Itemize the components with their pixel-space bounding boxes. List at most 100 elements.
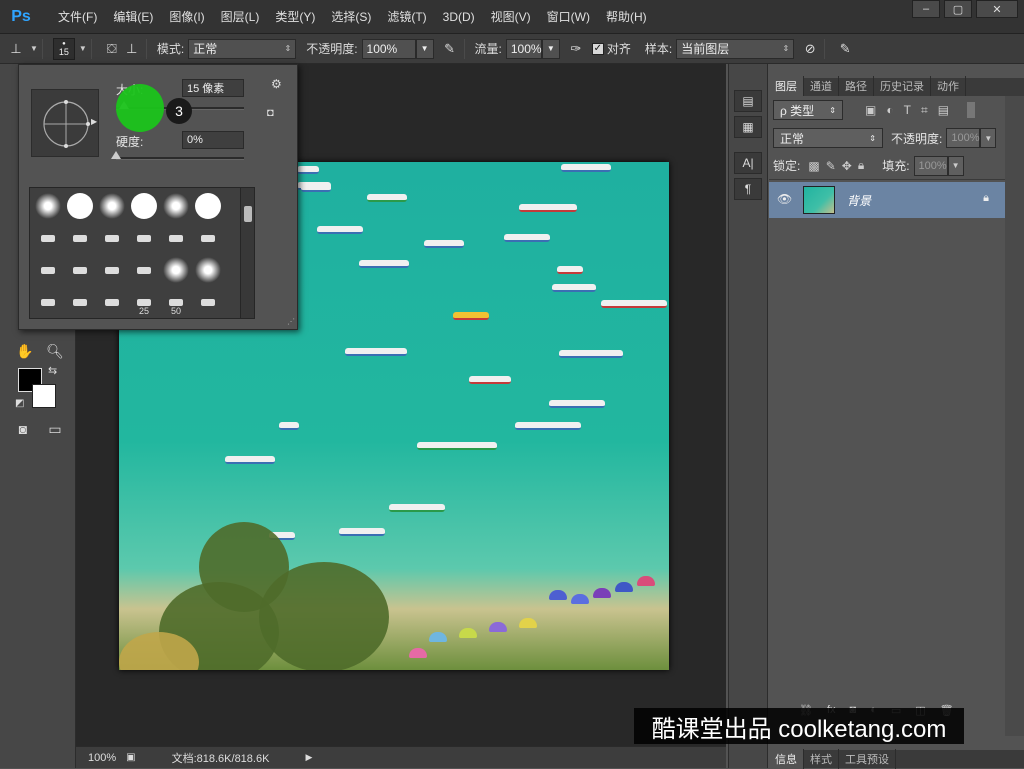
zoom-level[interactable]: 100% (88, 752, 116, 764)
brush-preset-hard-round[interactable] (64, 190, 96, 222)
smart-object-filter-icon[interactable]: ▤ (938, 103, 949, 117)
swap-colors-icon[interactable]: ⇆ (48, 364, 57, 377)
brush-preset-soft-round[interactable] (160, 254, 192, 286)
paragraph-panel-icon[interactable]: ¶ (734, 178, 762, 200)
status-menu-arrow-icon[interactable]: ▶ (305, 752, 312, 763)
brush-preset-soft-round[interactable] (192, 254, 224, 286)
brush-preset-tip[interactable] (96, 286, 128, 318)
brush-preset-tip[interactable] (128, 254, 160, 286)
menu-edit[interactable]: 编辑(E) (105, 8, 161, 25)
tab-layers[interactable]: 图层 (769, 76, 804, 96)
brush-preset-tip[interactable] (96, 254, 128, 286)
brush-preset-soft-round[interactable] (160, 190, 192, 222)
hand-tool-icon[interactable]: ✋ (14, 340, 36, 362)
character-panel-icon[interactable]: A| (734, 152, 762, 174)
type-filter-icon[interactable]: T (904, 103, 911, 117)
brush-preset-tip[interactable] (64, 222, 96, 254)
flow-field[interactable]: 100% (505, 38, 542, 59)
brush-panel-toggle-icon[interactable]: ⛋ (102, 39, 122, 59)
brush-preset-tip[interactable] (96, 222, 128, 254)
tab-tool-presets[interactable]: 工具预设 (839, 749, 896, 769)
brush-preset-picker[interactable]: ● 15 ▼ (52, 37, 87, 60)
menu-window[interactable]: 窗口(W) (539, 8, 598, 25)
close-button[interactable]: ✕ (976, 0, 1018, 18)
size-input[interactable]: 15 像素 (182, 79, 244, 97)
brush-preset-25[interactable]: 25 (128, 286, 160, 318)
resize-grip-icon[interactable]: ⋰ (287, 317, 295, 326)
blend-mode-select[interactable]: 正常 ⇕ (773, 128, 883, 148)
brush-preset-tip[interactable] (32, 222, 64, 254)
brush-preset-soft-round[interactable] (96, 190, 128, 222)
menu-layer[interactable]: 图层(L) (213, 8, 268, 25)
layer-row-background[interactable]: 👁︎ 背景 🔒︎ (769, 182, 1005, 218)
quick-mask-icon[interactable]: ◙ (12, 418, 34, 440)
pressure-opacity-icon[interactable]: ✎ (440, 39, 460, 59)
pixel-filter-icon[interactable]: ▣ (865, 103, 876, 117)
brush-preset-tip[interactable] (128, 222, 160, 254)
brush-preset-tip[interactable] (32, 254, 64, 286)
flow-dropdown-icon[interactable]: ▼ (541, 38, 560, 59)
layer-filter-select[interactable]: ρ 类型 ⇕ (773, 100, 843, 120)
brush-preset-hard-round[interactable] (192, 190, 224, 222)
brush-preset-tip[interactable] (192, 222, 224, 254)
layers-scrollbar[interactable] (1005, 96, 1024, 736)
brush-preset-tip[interactable] (160, 222, 192, 254)
properties-panel-icon[interactable]: ▦ (734, 116, 762, 138)
visibility-eye-icon[interactable]: 👁︎ (777, 192, 792, 206)
brush-preset-soft-round[interactable] (32, 190, 64, 222)
default-colors-icon[interactable]: ◩ (15, 398, 24, 409)
menu-view[interactable]: 视图(V) (483, 8, 539, 25)
tab-channels[interactable]: 通道 (804, 76, 839, 96)
hardness-slider-thumb[interactable] (111, 151, 121, 159)
brush-preset-hard-round[interactable] (128, 190, 160, 222)
zoom-tool-icon[interactable]: 🔍︎ (44, 340, 66, 362)
airbrush-icon[interactable]: ✑ (566, 39, 586, 59)
preset-scrollbar[interactable] (240, 188, 254, 318)
layer-opacity-dropdown-icon[interactable]: ▼ (980, 128, 997, 148)
screen-mode-icon[interactable]: ▭ (44, 418, 66, 440)
background-color-swatch[interactable] (32, 384, 56, 408)
clone-stamp-tool-icon[interactable]: ⊥ (6, 39, 26, 59)
brush-preset-tip[interactable] (32, 286, 64, 318)
brush-angle-icon[interactable] (32, 90, 100, 158)
brush-dropdown-arrow-icon[interactable]: ▼ (79, 44, 87, 53)
layer-name[interactable]: 背景 (847, 192, 871, 209)
tab-styles[interactable]: 样式 (804, 749, 839, 769)
align-checkbox[interactable]: ✓ (591, 42, 604, 55)
opacity-field[interactable]: 100% (361, 38, 416, 59)
clone-source-panel-icon[interactable]: ⊥ (122, 39, 142, 59)
fill-dropdown-icon[interactable]: ▼ (947, 155, 964, 176)
history-panel-icon[interactable]: ▤ (734, 90, 762, 112)
menu-image[interactable]: 图像(I) (161, 8, 212, 25)
ignore-adjustment-layers-icon[interactable]: ⊘ (800, 39, 820, 59)
hardness-input[interactable]: 0% (182, 131, 244, 149)
lock-all-icon[interactable]: 🔒︎ (858, 158, 864, 173)
layer-opacity-input[interactable]: 100% (946, 128, 981, 148)
restore-button[interactable]: ▢ (944, 0, 972, 18)
filter-toggle[interactable] (967, 102, 976, 118)
opacity-dropdown-icon[interactable]: ▼ (415, 38, 434, 59)
tool-preset-arrow-icon[interactable]: ▼ (30, 44, 38, 53)
pressure-size-icon[interactable]: ✎ (835, 39, 855, 59)
sample-select[interactable]: 当前图层 ⇕ (676, 38, 795, 59)
lock-transparent-icon[interactable]: ▩ (808, 159, 819, 173)
brush-preset-tip[interactable] (64, 254, 96, 286)
brush-preset-50[interactable]: 50 (160, 286, 192, 318)
shape-filter-icon[interactable]: ⌗ (921, 103, 928, 118)
adjustment-filter-icon[interactable]: ◐ (886, 103, 893, 117)
tab-history[interactable]: 历史记录 (874, 76, 931, 96)
menu-file[interactable]: 文件(F) (50, 8, 105, 25)
scrollbar-thumb[interactable] (243, 206, 252, 222)
gear-icon[interactable]: ⚙ (271, 77, 282, 91)
menu-select[interactable]: 选择(S) (323, 8, 379, 25)
tab-paths[interactable]: 路径 (839, 76, 874, 96)
menu-3d[interactable]: 3D(D) (435, 10, 483, 24)
brush-preset-tip[interactable] (192, 286, 224, 318)
tab-actions[interactable]: 动作 (931, 76, 966, 96)
menu-type[interactable]: 类型(Y) (267, 8, 323, 25)
menu-filter[interactable]: 滤镜(T) (379, 8, 434, 25)
new-preset-icon[interactable]: ◘ (267, 107, 274, 119)
minimize-button[interactable]: – (912, 0, 940, 18)
hardness-slider[interactable] (116, 157, 244, 160)
menu-help[interactable]: 帮助(H) (598, 8, 655, 25)
